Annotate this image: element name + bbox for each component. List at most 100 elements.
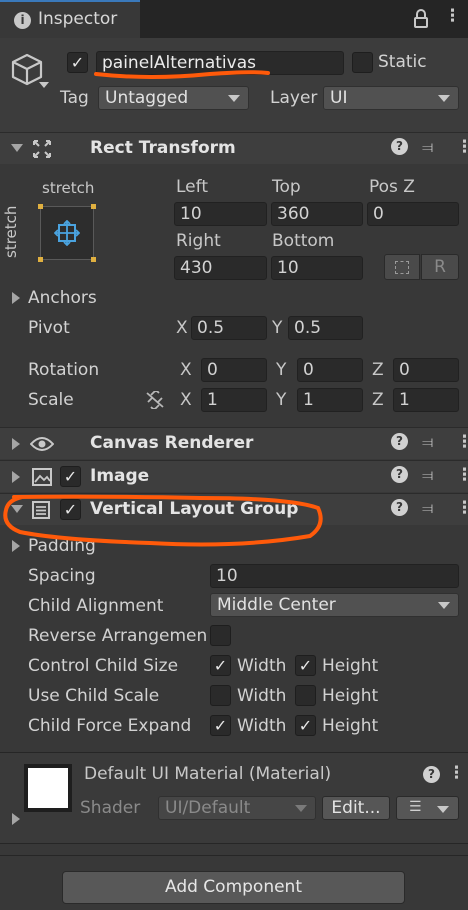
scale-x-field[interactable]: 1 bbox=[201, 388, 267, 412]
static-label: Static bbox=[378, 52, 427, 72]
component-header-icons: ? ⫤ ⋮ bbox=[378, 465, 468, 489]
scale-z-label: Z bbox=[372, 390, 384, 410]
more-menu-icon[interactable]: ⋮ bbox=[448, 763, 465, 783]
layer-dropdown[interactable]: UI bbox=[323, 86, 459, 110]
more-menu-icon[interactable]: ⋮ bbox=[456, 498, 468, 518]
control-size-width-checkbox[interactable]: ✓ bbox=[210, 655, 231, 676]
component-header-icons: ? ⫤ ⋮ bbox=[378, 498, 468, 522]
foldout-arrow-icon[interactable] bbox=[11, 505, 23, 513]
cube-icon[interactable] bbox=[10, 52, 44, 86]
use-scale-height-label: Height bbox=[322, 686, 379, 706]
force-expand-width-label: Width bbox=[237, 716, 287, 736]
image-title: Image bbox=[90, 466, 150, 486]
presets-icon[interactable]: ⫤ bbox=[422, 435, 433, 450]
rot-x-label: X bbox=[180, 360, 192, 380]
use-scale-width-checkbox[interactable] bbox=[210, 685, 231, 706]
help-icon[interactable]: ? bbox=[391, 499, 408, 516]
anchors-foldout-icon[interactable] bbox=[12, 292, 20, 304]
force-expand-height-label: Height bbox=[322, 716, 379, 736]
help-icon[interactable]: ? bbox=[391, 433, 408, 450]
posz-label: Pos Z bbox=[369, 177, 415, 197]
shader-options-button[interactable]: ☰ bbox=[396, 796, 459, 820]
blueprint-mode-button[interactable] bbox=[384, 254, 420, 280]
chevron-down-icon bbox=[437, 806, 449, 813]
image-header[interactable]: ✓ Image ? ⫤ ⋮ bbox=[0, 460, 468, 492]
padding-label[interactable]: Padding bbox=[28, 536, 96, 556]
padding-foldout-icon[interactable] bbox=[12, 540, 20, 552]
right-label: Right bbox=[176, 231, 221, 251]
chevron-down-icon bbox=[228, 95, 240, 102]
more-menu-icon[interactable]: ⋮ bbox=[456, 137, 468, 157]
shader-value: UI/Default bbox=[165, 798, 251, 818]
scale-z-field[interactable]: 1 bbox=[393, 388, 459, 412]
eye-icon bbox=[30, 437, 54, 451]
rotation-y-field[interactable]: 0 bbox=[297, 358, 363, 382]
presets-icon[interactable]: ⫤ bbox=[422, 501, 433, 516]
stretch-arrows-icon bbox=[54, 220, 80, 246]
spacing-field[interactable]: 10 bbox=[210, 564, 459, 588]
image-enabled-checkbox[interactable]: ✓ bbox=[60, 466, 81, 487]
material-foldout-icon[interactable] bbox=[12, 813, 20, 825]
reverse-arrangement-checkbox[interactable] bbox=[210, 625, 231, 646]
lock-icon[interactable] bbox=[414, 9, 428, 29]
raw-edit-button[interactable]: R bbox=[421, 254, 459, 280]
rotation-z-field[interactable]: 0 bbox=[393, 358, 459, 382]
shader-label: Shader bbox=[80, 798, 141, 818]
edit-shader-button[interactable]: Edit... bbox=[322, 796, 390, 820]
top-field[interactable]: 360 bbox=[271, 202, 363, 226]
layout-list-icon bbox=[32, 501, 50, 519]
inspector-tab[interactable]: i Inspector bbox=[0, 0, 140, 38]
static-checkbox[interactable] bbox=[352, 52, 373, 73]
bottom-field[interactable]: 10 bbox=[271, 256, 363, 280]
posz-field[interactable]: 0 bbox=[367, 202, 459, 226]
info-icon: i bbox=[14, 12, 31, 29]
tag-value: Untagged bbox=[105, 88, 189, 108]
child-alignment-dropdown[interactable]: Middle Center bbox=[210, 593, 459, 617]
divider bbox=[0, 843, 468, 844]
anchor-corner bbox=[38, 257, 43, 262]
tag-dropdown[interactable]: Untagged bbox=[98, 86, 249, 110]
canvas-renderer-header[interactable]: Canvas Renderer ? ⫤ ⋮ bbox=[0, 427, 468, 459]
control-size-height-checkbox[interactable]: ✓ bbox=[295, 655, 316, 676]
scale-y-field[interactable]: 1 bbox=[297, 388, 363, 412]
foldout-arrow-icon[interactable] bbox=[12, 438, 20, 450]
rot-z-label: Z bbox=[372, 360, 384, 380]
chevron-down-icon bbox=[438, 602, 450, 609]
foldout-arrow-icon[interactable] bbox=[11, 144, 23, 152]
more-menu-icon[interactable]: ⋮ bbox=[456, 432, 468, 452]
foldout-arrow-icon[interactable] bbox=[12, 471, 20, 483]
object-name-field[interactable]: painelAlternativas bbox=[96, 51, 344, 75]
more-menu-icon[interactable]: ⋮ bbox=[444, 6, 461, 26]
help-icon[interactable]: ? bbox=[423, 766, 440, 783]
force-expand-height-checkbox[interactable]: ✓ bbox=[295, 715, 316, 736]
left-label: Left bbox=[176, 177, 208, 197]
tag-label: Tag bbox=[60, 88, 89, 108]
constrain-proportions-icon[interactable] bbox=[145, 391, 165, 409]
anchor-preset-widget[interactable] bbox=[38, 204, 96, 262]
active-checkbox[interactable]: ✓ bbox=[67, 52, 88, 73]
pivot-y-field[interactable]: 0.5 bbox=[288, 316, 363, 340]
presets-icon[interactable]: ⫤ bbox=[422, 140, 433, 155]
right-field[interactable]: 430 bbox=[174, 256, 267, 280]
icon-dropdown-arrow[interactable] bbox=[39, 82, 49, 88]
chevron-down-icon bbox=[438, 95, 450, 102]
help-icon[interactable]: ? bbox=[391, 138, 408, 155]
left-field[interactable]: 10 bbox=[174, 202, 267, 226]
image-icon bbox=[32, 468, 52, 486]
add-component-button[interactable]: Add Component bbox=[62, 871, 405, 904]
vertical-layout-group-header[interactable]: ✓ Vertical Layout Group ? ⫤ ⋮ bbox=[0, 493, 468, 525]
rotation-x-field[interactable]: 0 bbox=[201, 358, 267, 382]
shader-dropdown[interactable]: UI/Default bbox=[158, 796, 316, 820]
pivot-x-field[interactable]: 0.5 bbox=[191, 316, 267, 340]
force-expand-width-checkbox[interactable]: ✓ bbox=[210, 715, 231, 736]
anchors-label[interactable]: Anchors bbox=[28, 288, 97, 308]
more-menu-icon[interactable]: ⋮ bbox=[456, 465, 468, 485]
help-icon[interactable]: ? bbox=[391, 466, 408, 483]
material-preview[interactable] bbox=[24, 764, 72, 812]
rect-transform-header[interactable]: Rect Transform ? ⫤ ⋮ bbox=[0, 132, 468, 164]
use-scale-height-checkbox[interactable] bbox=[295, 685, 316, 706]
pivot-label: Pivot bbox=[28, 318, 70, 338]
anchor-side-label: stretch bbox=[2, 205, 20, 258]
vlg-enabled-checkbox[interactable]: ✓ bbox=[60, 499, 81, 520]
presets-icon[interactable]: ⫤ bbox=[422, 468, 433, 483]
